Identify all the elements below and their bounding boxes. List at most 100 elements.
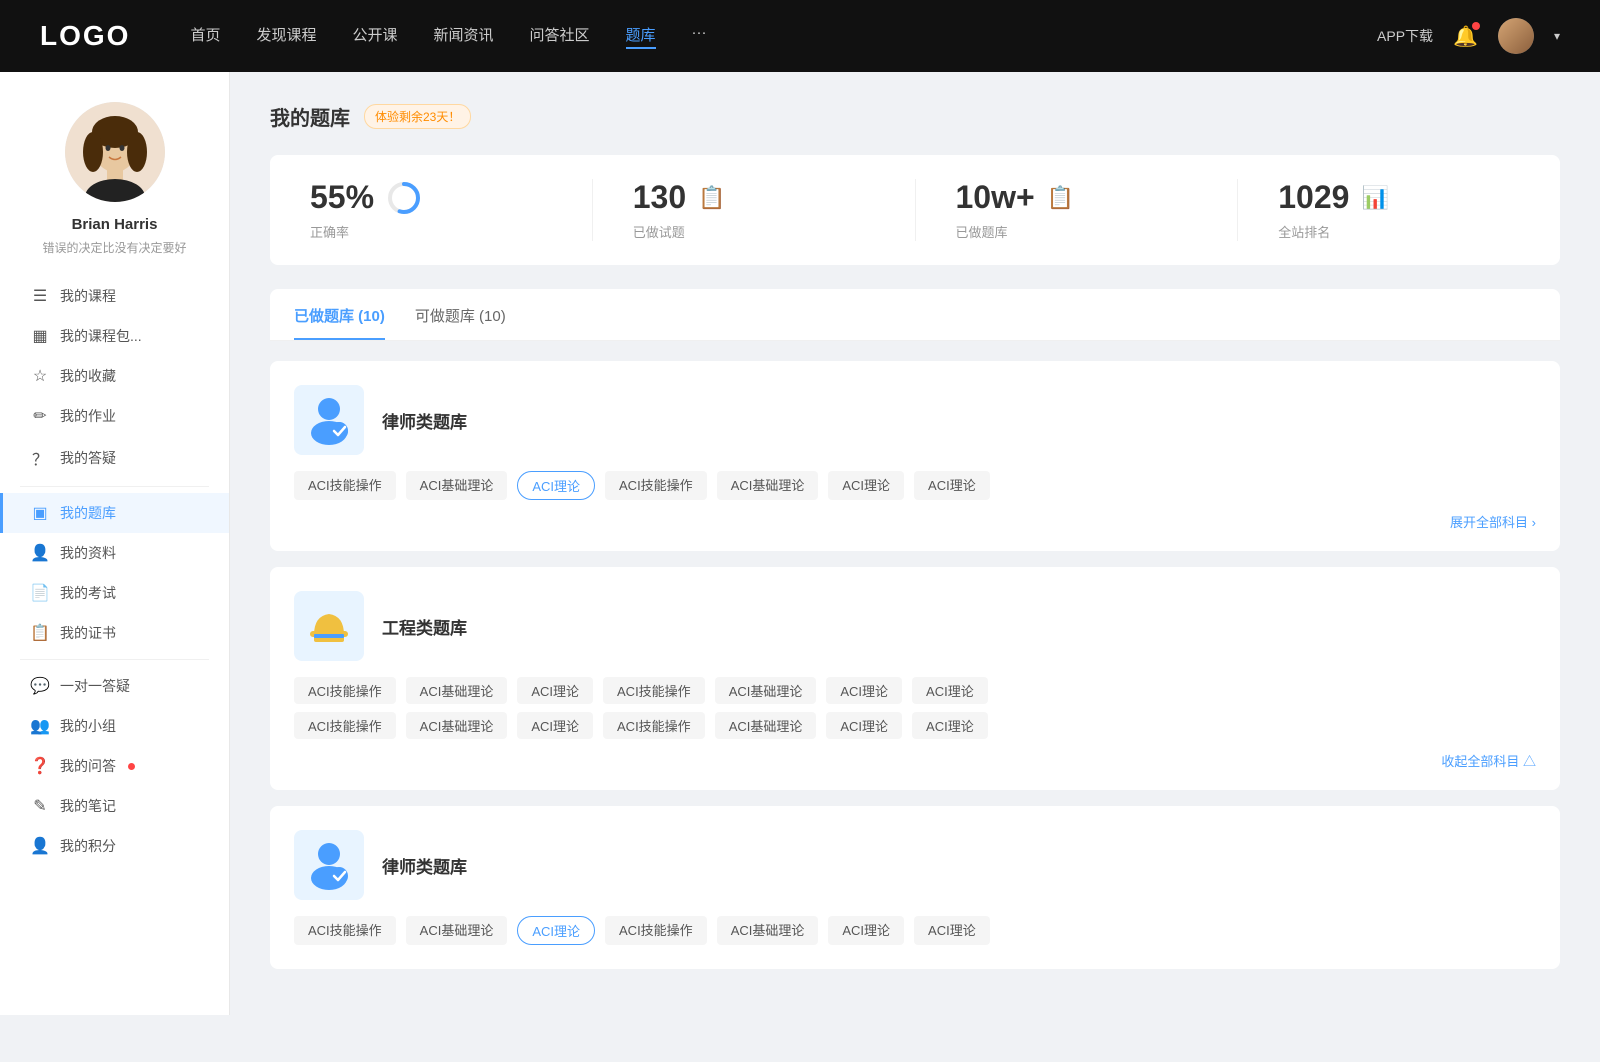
tag-aci-theory-3[interactable]: ACI理论 (914, 471, 990, 500)
tag-eng2-aci-basic-2[interactable]: ACI基础理论 (715, 712, 817, 739)
engineer-icon (304, 601, 354, 651)
sidebar-item-notes[interactable]: ✎ 我的笔记 (0, 786, 229, 826)
tag-eng-aci-basic-1[interactable]: ACI基础理论 (406, 677, 508, 704)
expand-link-1[interactable]: 展开全部科目 › (294, 508, 1536, 535)
sidebar-item-answers-label: 我的答疑 (60, 448, 116, 468)
stat-accuracy-top: 55% (310, 179, 422, 216)
qbank-card-2-title: 工程类题库 (382, 614, 467, 639)
tag-aci-skill-op-2[interactable]: ACI技能操作 (605, 471, 707, 500)
nav-link-discover[interactable]: 发现课程 (256, 24, 316, 49)
avatar-dropdown-icon[interactable]: ▾ (1554, 29, 1560, 43)
avatar-svg (65, 102, 165, 202)
tab-done-banks[interactable]: 已做题库 (10) (294, 305, 385, 340)
tag-eng-aci-theory-3[interactable]: ACI理论 (912, 677, 988, 704)
stat-accuracy-value: 55% (310, 179, 374, 216)
stat-done-questions-value: 130 (633, 179, 686, 216)
sidebar-item-points-label: 我的积分 (60, 836, 116, 856)
stat-accuracy-label: 正确率 (310, 222, 349, 241)
qbank-card-3: 律师类题库 ACI技能操作 ACI基础理论 ACI理论 ACI技能操作 ACI基… (270, 806, 1560, 969)
tag-eng2-aci-basic-1[interactable]: ACI基础理论 (406, 712, 508, 739)
qbank-card-2: 工程类题库 ACI技能操作 ACI基础理论 ACI理论 ACI技能操作 ACI基… (270, 567, 1560, 790)
app-download-link[interactable]: APP下载 (1377, 26, 1433, 46)
nav-link-qa[interactable]: 问答社区 (530, 24, 590, 49)
stat-done-questions-top: 130 📋 (633, 179, 726, 216)
stats-row: 55% 正确率 130 📋 已做试题 (270, 155, 1560, 265)
points-icon: 👤 (30, 836, 50, 856)
avatar[interactable] (1498, 18, 1534, 54)
donut-chart (386, 180, 422, 216)
sidebar-item-homework[interactable]: ✏ 我的作业 (0, 396, 229, 436)
sidebar-item-answers[interactable]: ？ 我的答疑 (0, 436, 229, 480)
sidebar-divider-1 (20, 486, 209, 487)
sidebar-item-exam-label: 我的考试 (60, 583, 116, 603)
page-title: 我的题库 (270, 102, 350, 131)
sidebar-item-materials[interactable]: 👤 我的资料 (0, 533, 229, 573)
homework-icon: ✏ (30, 406, 50, 426)
sidebar-item-my-qa-label: 我的问答 (60, 756, 116, 776)
qbank-card-3-header: 律师类题库 (294, 830, 1536, 900)
list-green-icon: 📋 (698, 185, 725, 211)
sidebar-item-points[interactable]: 👤 我的积分 (0, 826, 229, 866)
tag-eng2-aci-theory-3[interactable]: ACI理论 (912, 712, 988, 739)
tag-eng2-aci-skill-1[interactable]: ACI技能操作 (294, 712, 396, 739)
tag-aci-basic-theory-2[interactable]: ACI基础理论 (717, 471, 819, 500)
collapse-link-2[interactable]: 收起全部科目 △ (294, 747, 1536, 774)
tag3-aci-theory-1[interactable]: ACI理论 (517, 916, 595, 945)
sidebar-menu: ☰ 我的课程 ▦ 我的课程包... ☆ 我的收藏 ✏ 我的作业 ？ 我的答疑 ▣ (0, 276, 229, 866)
qbank-card-2-header: 工程类题库 (294, 591, 1536, 661)
nav-link-more[interactable]: ··· (692, 24, 707, 49)
my-qa-icon: ❓ (30, 756, 50, 776)
tag-aci-skill-op-1[interactable]: ACI技能操作 (294, 471, 396, 500)
stat-rank-top: 1029 📊 (1278, 179, 1389, 216)
materials-icon: 👤 (30, 543, 50, 563)
qbank-card-1-header: 律师类题库 (294, 385, 1536, 455)
nav-link-opencourse[interactable]: 公开课 (352, 24, 397, 49)
tag-eng-aci-skill-2[interactable]: ACI技能操作 (603, 677, 705, 704)
tag-aci-theory-2[interactable]: ACI理论 (828, 471, 904, 500)
nav-link-question-bank[interactable]: 题库 (626, 24, 656, 49)
sidebar-item-favorites[interactable]: ☆ 我的收藏 (0, 356, 229, 396)
sidebar-item-group[interactable]: 👥 我的小组 (0, 706, 229, 746)
notification-bell[interactable]: 🔔 (1453, 24, 1478, 49)
stat-done-banks-value: 10w+ (956, 179, 1035, 216)
tag-aci-basic-theory-1[interactable]: ACI基础理论 (406, 471, 508, 500)
tab-available-banks[interactable]: 可做题库 (10) (415, 305, 506, 340)
tag3-aci-theory-3[interactable]: ACI理论 (914, 916, 990, 945)
tag3-aci-theory-2[interactable]: ACI理论 (828, 916, 904, 945)
tag-eng2-aci-theory-2[interactable]: ACI理论 (826, 712, 902, 739)
qbank-card-1: 律师类题库 ACI技能操作 ACI基础理论 ACI理论 ACI技能操作 ACI基… (270, 361, 1560, 551)
sidebar-item-my-qa[interactable]: ❓ 我的问答 (0, 746, 229, 786)
sidebar-item-favorites-label: 我的收藏 (60, 366, 116, 386)
favorites-icon: ☆ (30, 366, 50, 386)
sidebar-item-certificate[interactable]: 📋 我的证书 (0, 613, 229, 653)
tag-eng-aci-theory-2[interactable]: ACI理论 (826, 677, 902, 704)
tag-eng-aci-skill-1[interactable]: ACI技能操作 (294, 677, 396, 704)
tag-eng-aci-basic-2[interactable]: ACI基础理论 (715, 677, 817, 704)
tag3-aci-basic-2[interactable]: ACI基础理论 (717, 916, 819, 945)
sidebar-item-one-on-one[interactable]: 💬 一对一答疑 (0, 666, 229, 706)
qbank-card-1-title: 律师类题库 (382, 408, 467, 433)
question-bank-icon: ▣ (30, 503, 50, 523)
sidebar-item-group-label: 我的小组 (60, 716, 116, 736)
tag3-aci-skill-2[interactable]: ACI技能操作 (605, 916, 707, 945)
tag-aci-theory-1[interactable]: ACI理论 (517, 471, 595, 500)
tag-eng2-aci-skill-2[interactable]: ACI技能操作 (603, 712, 705, 739)
stat-done-banks-top: 10w+ 📋 (956, 179, 1075, 216)
page-header: 我的题库 体验剩余23天！ (270, 102, 1560, 131)
sidebar-divider-2 (20, 659, 209, 660)
lawyer-icon-2 (304, 840, 354, 890)
sidebar-item-my-courses[interactable]: ☰ 我的课程 (0, 276, 229, 316)
sidebar-item-exam[interactable]: 📄 我的考试 (0, 573, 229, 613)
sidebar-item-course-package[interactable]: ▦ 我的课程包... (0, 316, 229, 356)
tag-eng2-aci-theory-1[interactable]: ACI理论 (517, 712, 593, 739)
tag-eng-aci-theory-1[interactable]: ACI理论 (517, 677, 593, 704)
stat-rank-value: 1029 (1278, 179, 1349, 216)
exam-icon: 📄 (30, 583, 50, 603)
nav-link-news[interactable]: 新闻资讯 (434, 24, 494, 49)
nav-link-home[interactable]: 首页 (190, 24, 220, 49)
sidebar-item-question-bank[interactable]: ▣ 我的题库 (0, 493, 229, 533)
tag3-aci-skill-1[interactable]: ACI技能操作 (294, 916, 396, 945)
avatar-image (1498, 18, 1534, 54)
navbar: LOGO 首页 发现课程 公开课 新闻资讯 问答社区 题库 ··· APP下载 … (0, 0, 1600, 72)
tag3-aci-basic-1[interactable]: ACI基础理论 (406, 916, 508, 945)
